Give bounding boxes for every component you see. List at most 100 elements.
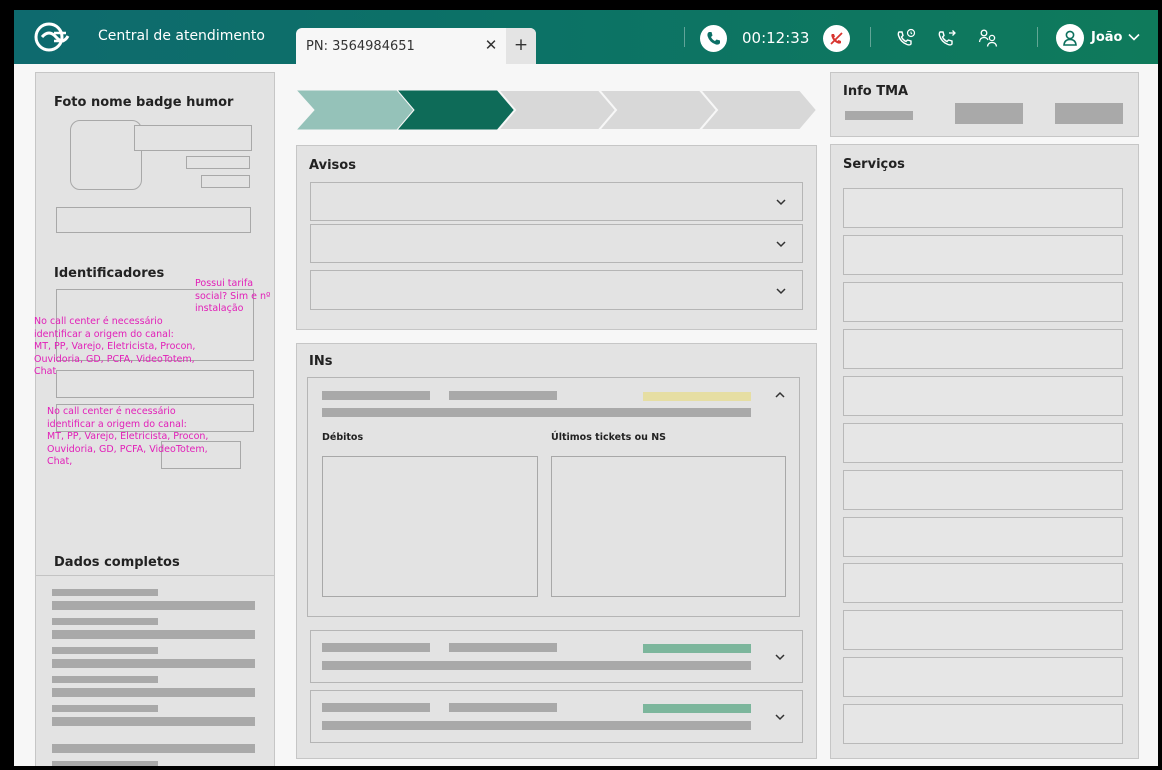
divider [684,27,685,47]
tab-label: PN: 3564984651 [306,39,415,54]
in-item-expanded: Débitos Últimos tickets ou NS [307,377,800,617]
full-data-title: Dados completos [54,555,180,570]
service-item[interactable] [843,329,1123,369]
tickets-label: Últimos tickets ou NS [551,432,666,443]
step-5 [697,89,818,131]
placeholder-line [845,111,913,120]
placeholder-line [322,391,430,400]
service-item[interactable] [843,563,1123,603]
customer-profile-panel: Foto nome badge humor Identificadores Po… [34,72,275,766]
profile-extra-field [56,207,251,233]
call-timer: 00:12:33 [742,29,810,47]
notices-title: Avisos [309,158,356,173]
service-item[interactable] [843,610,1123,650]
service-item[interactable] [843,657,1123,697]
service-item[interactable] [843,470,1123,510]
chevron-down-icon [775,714,785,721]
placeholder-line [322,703,430,712]
placeholder-line [52,630,255,639]
service-item[interactable] [843,376,1123,416]
chevron-up-icon[interactable] [774,389,786,401]
step-2 [395,89,516,131]
placeholder-line [52,618,158,625]
call-history-icon[interactable] [895,27,917,49]
in-item-collapsed[interactable] [310,630,803,683]
status-badge [643,644,751,653]
placeholder-line [449,703,557,712]
placeholder-line [52,688,255,697]
placeholder-line [52,589,158,596]
placeholder-line [52,676,158,683]
step-3 [495,89,618,131]
profile-title: Foto nome badge humor [54,95,234,110]
annotation-note: Possui tarifa social? Sim e nº instalaçã… [195,278,271,314]
identifiers-title: Identificadores [54,266,165,281]
close-icon[interactable]: ✕ [482,36,500,54]
service-item[interactable] [843,704,1123,744]
placeholder-line [52,717,255,726]
placeholder-line [52,761,158,766]
mood-field [201,175,250,188]
tab-customer[interactable]: PN: 3564984651 ✕ + [296,28,536,64]
status-badge [643,704,751,713]
tickets-box [551,456,786,597]
placeholder-line [449,391,557,400]
in-item-collapsed[interactable] [310,690,803,743]
chevron-down-icon[interactable] [1127,30,1141,44]
debts-box [322,456,538,597]
phone-icon[interactable] [700,25,727,52]
service-item[interactable] [843,282,1123,322]
ins-title: INs [309,354,333,369]
progress-stepper [296,89,818,131]
top-bar: Central de atendimento PN: 3564984651 ✕ … [14,10,1158,64]
tma-info-panel: Info TMA [830,72,1139,137]
user-avatar-icon[interactable] [1056,24,1084,52]
call-forward-icon[interactable] [936,27,958,49]
service-item[interactable] [843,235,1123,275]
user-name: João [1091,30,1123,45]
services-title: Serviços [843,157,905,172]
placeholder-line [52,744,255,753]
step-1 [296,89,415,131]
notice-accordion[interactable] [310,224,803,263]
name-field [134,125,252,151]
divider [36,575,274,576]
placeholder-line [52,705,158,712]
placeholder-line [322,408,751,417]
notice-accordion[interactable] [310,270,803,310]
notices-panel: Avisos [296,145,817,330]
service-item[interactable] [843,423,1123,463]
debts-label: Débitos [322,432,364,443]
ins-panel: INs Débitos Últimos tickets ou NS [296,343,817,759]
logo-icon [34,22,70,52]
placeholder-line [322,661,751,670]
placeholder-line [52,601,255,610]
services-panel: Serviços [830,144,1139,759]
avatar-photo [70,120,142,190]
chevron-down-icon [776,288,786,295]
placeholder-line [322,721,751,730]
tma-metric [1055,103,1123,124]
placeholder-line [449,643,557,652]
service-item[interactable] [843,517,1123,557]
app-title: Central de atendimento [98,28,265,44]
chevron-down-icon [776,241,786,248]
tma-metric [955,103,1023,124]
placeholder-line [52,659,255,668]
tma-title: Info TMA [843,84,909,99]
divider [1037,27,1038,47]
badge-field [186,156,250,169]
annotation-note: No call center é necessário identificar … [47,406,209,467]
chevron-down-icon [776,199,786,206]
mic-off-icon[interactable] [823,25,850,52]
divider [870,27,871,47]
users-icon[interactable] [977,27,999,49]
placeholder-line [52,647,158,654]
step-4 [596,89,719,131]
service-item[interactable] [843,188,1123,228]
add-tab-button[interactable]: + [506,28,536,64]
notice-accordion[interactable] [310,182,803,221]
screen: Central de atendimento PN: 3564984651 ✕ … [14,10,1158,766]
annotation-note: No call center é necessário identificar … [34,316,196,377]
chevron-down-icon [775,654,785,661]
